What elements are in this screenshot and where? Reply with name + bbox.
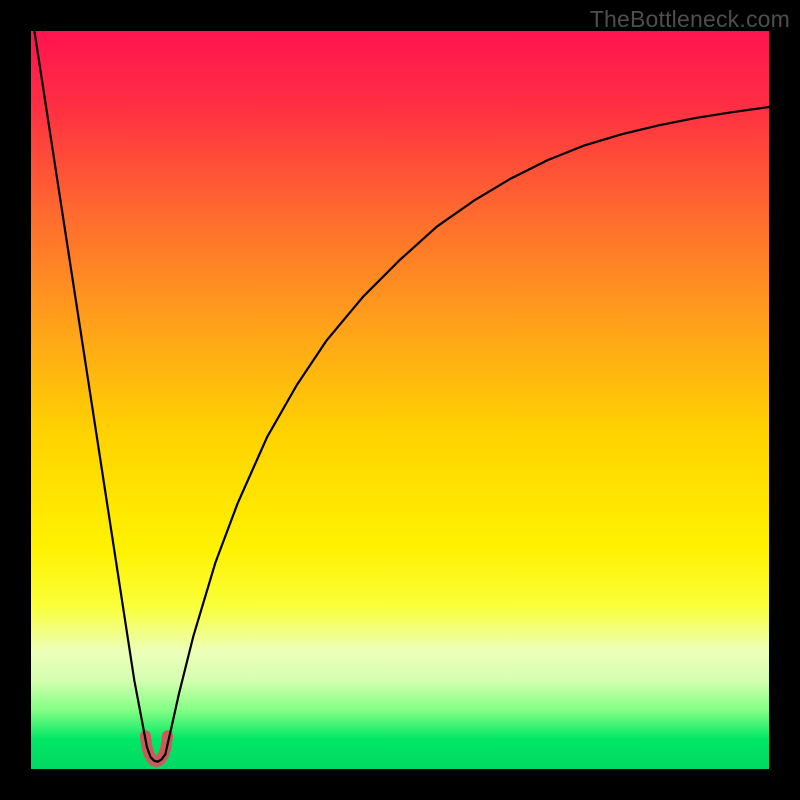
chart-frame: TheBottleneck.com <box>0 0 800 800</box>
gradient-background <box>31 31 769 769</box>
watermark-text: TheBottleneck.com <box>590 6 790 33</box>
plot-area <box>31 31 769 769</box>
chart-svg <box>31 31 769 769</box>
